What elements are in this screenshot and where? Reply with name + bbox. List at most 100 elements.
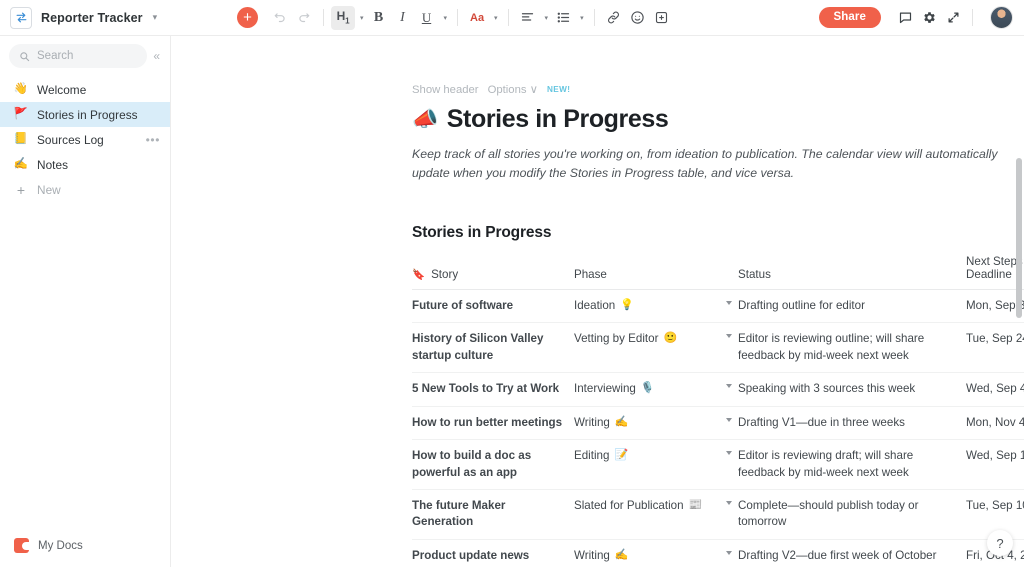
search-input[interactable]: Search [9,44,148,68]
column-header-phase[interactable]: Phase [574,254,738,290]
new-badge[interactable]: NEW! [547,85,570,94]
my-docs-link[interactable]: My Docs [0,538,170,567]
cell-status[interactable]: Drafting V1—due in three weeks [738,406,966,441]
cell-story[interactable]: The future Maker Generation [412,489,574,540]
document-title[interactable]: Reporter Tracker [41,11,143,25]
help-button[interactable]: ? [987,530,1013,556]
cell-phase[interactable]: Slated for Publication 📰 [574,489,738,540]
sidebar-item-more-icon[interactable]: ••• [146,134,160,146]
underline-label: U [421,9,432,25]
italic-button[interactable]: I [391,6,415,30]
table-row[interactable]: History of Silicon Valley startup cultur… [412,322,1024,374]
list-chevron-down-icon[interactable]: ▾ [577,14,587,22]
align-chevron-down-icon[interactable]: ▾ [542,14,552,22]
phase-chevron-down-icon[interactable] [726,417,732,422]
phase-chevron-down-icon[interactable] [726,550,732,555]
share-button[interactable]: Share [818,7,881,28]
text-style-chevron-down-icon[interactable]: ▾ [441,14,451,22]
phase-chevron-down-icon[interactable] [726,334,732,339]
emoji-icon[interactable] [626,6,650,30]
phase-label: Interviewing [574,382,636,396]
cell-phase[interactable]: Vetting by Editor 🙂 [574,322,738,374]
heading-level: 1 [345,16,350,26]
bookmark-icon: 🔖 [412,268,426,281]
sidebar-item-welcome[interactable]: 👋 Welcome [0,77,170,102]
font-color-button[interactable]: Aa [465,6,489,30]
undo-icon[interactable] [268,6,292,30]
sidebar-item-stories-in-progress[interactable]: 🚩 Stories in Progress [0,102,170,127]
top-toolbar: Reporter Tracker ▾ + H1 ▾ B I U ▾ Aa ▾ ▾… [0,0,1024,36]
body: Search « 👋 Welcome 🚩 Stories in Progress… [0,36,1024,567]
table-row[interactable]: The future Maker Generation Slated for P… [412,489,1024,540]
underline-button[interactable]: U [415,6,439,30]
cell-status[interactable]: Speaking with 3 sources this week [738,372,966,407]
cell-story[interactable]: How to build a doc as powerful as an app [412,439,574,491]
comment-icon[interactable] [893,6,917,30]
cell-phase[interactable]: Editing 📝 [574,439,738,491]
align-left-icon[interactable] [516,6,540,30]
sidebar-item-label: Notes [37,157,69,172]
sidebar-item-label: New [37,182,61,197]
table-header: 🔖 Story Phase Status Next Steps Deadline [412,254,1024,290]
font-chevron-down-icon[interactable]: ▾ [491,14,501,22]
cell-story[interactable]: History of Silicon Valley startup cultur… [412,322,574,374]
heading-chevron-down-icon[interactable]: ▾ [357,14,367,22]
cell-story[interactable]: 5 New Tools to Try at Work [412,372,574,407]
sidebar-item-new[interactable]: + New [0,177,170,202]
sidebar-item-label: Welcome [37,82,87,97]
phase-label: Writing [574,415,610,429]
cell-story[interactable]: Future of software [412,289,574,324]
phase-emoji-icon: ✍️ [614,415,629,428]
cell-status[interactable]: Drafting V2—due first week of October [738,539,966,567]
waving-hand-icon: 👋 [13,82,29,95]
table-row[interactable]: How to build a doc as powerful as an app… [412,439,1024,491]
scrollbar-track[interactable] [1016,36,1023,567]
bulleted-list-icon[interactable] [551,6,575,30]
sidebar-item-notes[interactable]: ✍️ Notes [0,152,170,177]
column-header-status[interactable]: Status [738,254,966,290]
phase-chevron-down-icon[interactable] [726,384,732,389]
cell-status[interactable]: Editor is reviewing draft; will share fe… [738,439,966,491]
redo-icon[interactable] [292,6,316,30]
add-block-button[interactable]: + [237,7,258,28]
phase-chevron-down-icon[interactable] [726,501,732,506]
options-button[interactable]: Options ∨ [488,83,538,96]
cell-phase[interactable]: Writing ✍️ [574,406,738,441]
search-icon [19,51,30,62]
bold-button[interactable]: B [367,6,391,30]
doc-title-chevron-down-icon[interactable]: ▾ [153,12,158,23]
doc-switch-icon[interactable] [10,6,32,29]
gear-icon[interactable] [917,6,941,30]
phase-chevron-down-icon[interactable] [726,451,732,456]
cell-phase[interactable]: Writing ✍️ [574,539,738,567]
collapse-sidebar-icon[interactable]: « [153,47,162,65]
table-row[interactable]: How to run better meetings Writing ✍️ Dra… [412,406,1024,441]
main-content: Show header Options ∨ NEW! 📣 Stories in … [171,36,1024,567]
format-toolbar: + H1 ▾ B I U ▾ Aa ▾ ▾ ▾ [171,5,819,30]
table-row[interactable]: 5 New Tools to Try at Work Interviewing 🎙… [412,372,1024,407]
column-header-story[interactable]: 🔖 Story [412,254,574,290]
sidebar-item-sources-log[interactable]: 📒 Sources Log ••• [0,127,170,152]
phase-label: Ideation [574,298,616,312]
cell-story[interactable]: Product update news [412,539,574,567]
link-icon[interactable] [602,6,626,30]
insert-object-icon[interactable] [650,6,674,30]
heading-style-button[interactable]: H1 [331,5,355,30]
show-header-button[interactable]: Show header [412,84,479,96]
table-row[interactable]: Future of software Ideation 💡 Drafting ou… [412,289,1024,324]
topbar-actions: Share [818,6,1024,30]
column-label: Story [431,267,459,281]
options-label: Options [487,84,527,96]
cell-phase[interactable]: Interviewing 🎙️ [574,372,738,407]
cell-story[interactable]: How to run better meetings [412,406,574,441]
scrollbar-thumb[interactable] [1016,158,1022,318]
expand-icon[interactable] [941,6,965,30]
sidebar: Search « 👋 Welcome 🚩 Stories in Progress… [0,36,171,567]
cell-phase[interactable]: Ideation 💡 [574,289,738,324]
cell-status[interactable]: Complete—should publish today or tomorro… [738,489,966,540]
cell-status[interactable]: Editor is reviewing outline; will share … [738,322,966,374]
table-row[interactable]: Product update news Writing ✍️ Drafting V… [412,539,1024,567]
cell-status[interactable]: Drafting outline for editor [738,289,966,324]
avatar[interactable] [990,6,1013,29]
phase-chevron-down-icon[interactable] [726,300,732,305]
